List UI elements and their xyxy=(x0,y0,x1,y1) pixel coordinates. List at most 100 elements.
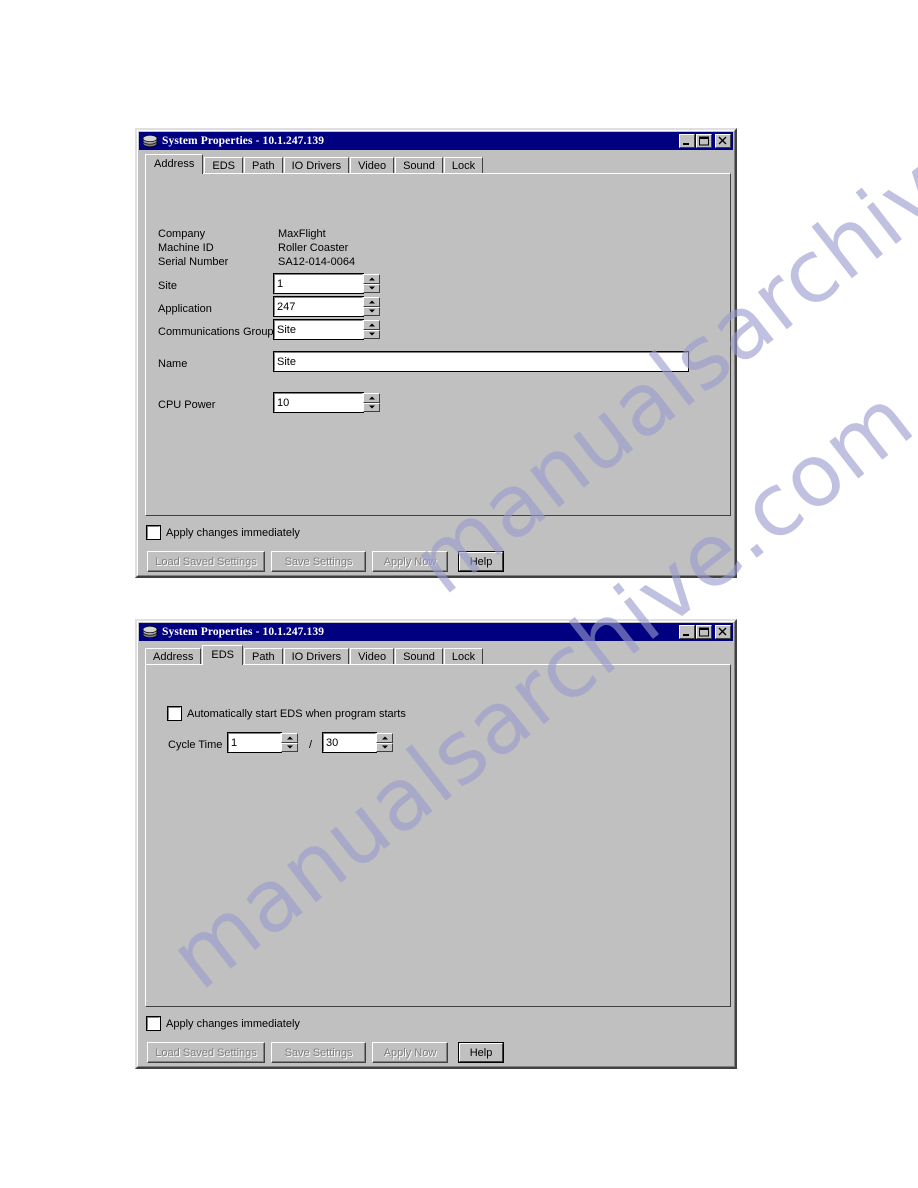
application-spin-buttons[interactable] xyxy=(363,297,380,316)
tab-label: Video xyxy=(358,160,387,172)
cycle-time-numerator-input[interactable]: 1 xyxy=(227,732,282,753)
apply-changes-immediately-row[interactable]: Apply changes immediately xyxy=(146,1016,300,1031)
minimize-icon[interactable] xyxy=(679,134,695,148)
spin-down-icon[interactable] xyxy=(281,742,298,752)
spin-up-icon[interactable] xyxy=(363,320,380,330)
save-settings-button[interactable]: Save Settings xyxy=(271,551,366,572)
button-label: Load Saved Settings xyxy=(155,555,257,568)
cpu-power-input[interactable]: 10 xyxy=(273,392,364,413)
apply-changes-immediately-label: Apply changes immediately xyxy=(166,526,300,539)
tab-label: Sound xyxy=(403,651,435,663)
save-settings-button[interactable]: Save Settings xyxy=(271,1042,366,1063)
application-spinner[interactable]: 247 xyxy=(273,296,380,317)
tab-address[interactable]: Address xyxy=(145,154,204,174)
machine-id-label: Machine ID xyxy=(158,242,214,254)
titlebar-buttons[interactable] xyxy=(678,134,731,148)
spin-up-icon[interactable] xyxy=(376,733,393,743)
spin-up-icon[interactable] xyxy=(363,297,380,307)
tab-label: Sound xyxy=(403,160,435,172)
system-properties-window-eds[interactable]: System Properties - 10.1.247.139 Address… xyxy=(135,619,737,1069)
button-label: Load Saved Settings xyxy=(155,1046,257,1059)
tab-path[interactable]: Path xyxy=(243,648,283,665)
tab-eds[interactable]: EDS xyxy=(202,645,243,665)
tab-label: IO Drivers xyxy=(291,651,342,663)
cycle-time-separator: / xyxy=(309,739,313,751)
tab-label: EDS xyxy=(211,648,234,661)
button-label: Apply Now xyxy=(383,1046,437,1059)
communications-group-spin-buttons[interactable] xyxy=(363,320,380,339)
cpu-power-spin-buttons[interactable] xyxy=(363,393,380,412)
spin-down-icon[interactable] xyxy=(376,742,393,752)
communications-group-label: Communications Group xyxy=(158,326,274,338)
maximize-icon[interactable] xyxy=(696,134,712,148)
tab-label: Lock xyxy=(451,160,476,172)
tab-video[interactable]: Video xyxy=(350,648,395,665)
help-button[interactable]: Help xyxy=(458,551,504,572)
apply-now-button[interactable]: Apply Now xyxy=(372,1042,448,1063)
load-saved-settings-button[interactable]: Load Saved Settings xyxy=(147,1042,265,1063)
tab-sound[interactable]: Sound xyxy=(395,157,443,174)
load-saved-settings-button[interactable]: Load Saved Settings xyxy=(147,551,265,572)
titlebar[interactable]: System Properties - 10.1.247.139 xyxy=(139,623,733,641)
close-icon[interactable] xyxy=(715,625,731,639)
spin-up-icon[interactable] xyxy=(363,274,380,284)
application-input[interactable]: 247 xyxy=(273,296,364,317)
tab-label: IO Drivers xyxy=(291,160,342,172)
cpu-power-spinner[interactable]: 10 xyxy=(273,392,380,413)
apply-changes-immediately-checkbox[interactable] xyxy=(146,1016,161,1031)
name-input[interactable]: Site xyxy=(273,351,689,372)
cycle-time-denominator-spinner[interactable]: 30 xyxy=(322,732,393,753)
spin-up-icon[interactable] xyxy=(281,733,298,743)
tab-video[interactable]: Video xyxy=(350,157,395,174)
tab-address[interactable]: Address xyxy=(145,648,202,665)
spin-down-icon[interactable] xyxy=(363,329,380,339)
apply-changes-immediately-label: Apply changes immediately xyxy=(166,1017,300,1030)
spin-down-icon[interactable] xyxy=(363,402,380,412)
apply-now-button[interactable]: Apply Now xyxy=(372,551,448,572)
help-button[interactable]: Help xyxy=(458,1042,504,1063)
cpu-power-label: CPU Power xyxy=(158,399,216,411)
tabstrip[interactable]: Address EDS Path IO Drivers Video Sound … xyxy=(145,645,484,665)
close-icon[interactable] xyxy=(715,134,731,148)
cycle-time-denominator-spin-buttons[interactable] xyxy=(376,733,393,752)
site-spinner[interactable]: 1 xyxy=(273,273,380,294)
site-spin-buttons[interactable] xyxy=(363,274,380,293)
tab-io-drivers[interactable]: IO Drivers xyxy=(283,648,350,665)
cycle-time-numerator-spin-buttons[interactable] xyxy=(281,733,298,752)
spin-down-icon[interactable] xyxy=(363,283,380,293)
button-label: Save Settings xyxy=(284,1046,353,1059)
cycle-time-numerator-spinner[interactable]: 1 xyxy=(227,732,298,753)
disk-stack-icon xyxy=(142,625,158,639)
maximize-icon[interactable] xyxy=(696,625,712,639)
apply-changes-immediately-checkbox[interactable] xyxy=(146,525,161,540)
tab-io-drivers[interactable]: IO Drivers xyxy=(283,157,350,174)
titlebar-buttons[interactable] xyxy=(678,625,731,639)
company-label: Company xyxy=(158,228,206,240)
tab-path[interactable]: Path xyxy=(243,157,283,174)
minimize-icon[interactable] xyxy=(679,625,695,639)
button-label: Help xyxy=(469,1046,493,1059)
cycle-time-denominator-input[interactable]: 30 xyxy=(322,732,377,753)
tab-eds[interactable]: EDS xyxy=(204,157,243,174)
spin-up-icon[interactable] xyxy=(363,393,380,403)
disk-stack-icon xyxy=(142,134,158,148)
system-properties-window-address[interactable]: System Properties - 10.1.247.139 Address… xyxy=(135,128,737,578)
site-input[interactable]: 1 xyxy=(273,273,364,294)
tab-sound[interactable]: Sound xyxy=(395,648,443,665)
communications-group-spinner[interactable]: Site xyxy=(273,319,380,340)
tab-lock[interactable]: Lock xyxy=(443,648,484,665)
tab-lock[interactable]: Lock xyxy=(443,157,484,174)
titlebar[interactable]: System Properties - 10.1.247.139 xyxy=(139,132,733,150)
tab-label: Video xyxy=(358,651,387,663)
serial-number-label: Serial Number xyxy=(158,256,229,268)
tab-label: Path xyxy=(251,160,275,172)
tab-label: Address xyxy=(153,651,194,663)
autostart-eds-row[interactable]: Automatically start EDS when program sta… xyxy=(167,706,406,721)
communications-group-input[interactable]: Site xyxy=(273,319,364,340)
spin-down-icon[interactable] xyxy=(363,306,380,316)
autostart-eds-checkbox[interactable] xyxy=(167,706,182,721)
tabstrip[interactable]: Address EDS Path IO Drivers Video Sound … xyxy=(145,154,484,174)
apply-changes-immediately-row[interactable]: Apply changes immediately xyxy=(146,525,300,540)
serial-number-value: SA12-014-0064 xyxy=(278,256,356,268)
tab-panel-eds: Automatically start EDS when program sta… xyxy=(145,664,731,1007)
